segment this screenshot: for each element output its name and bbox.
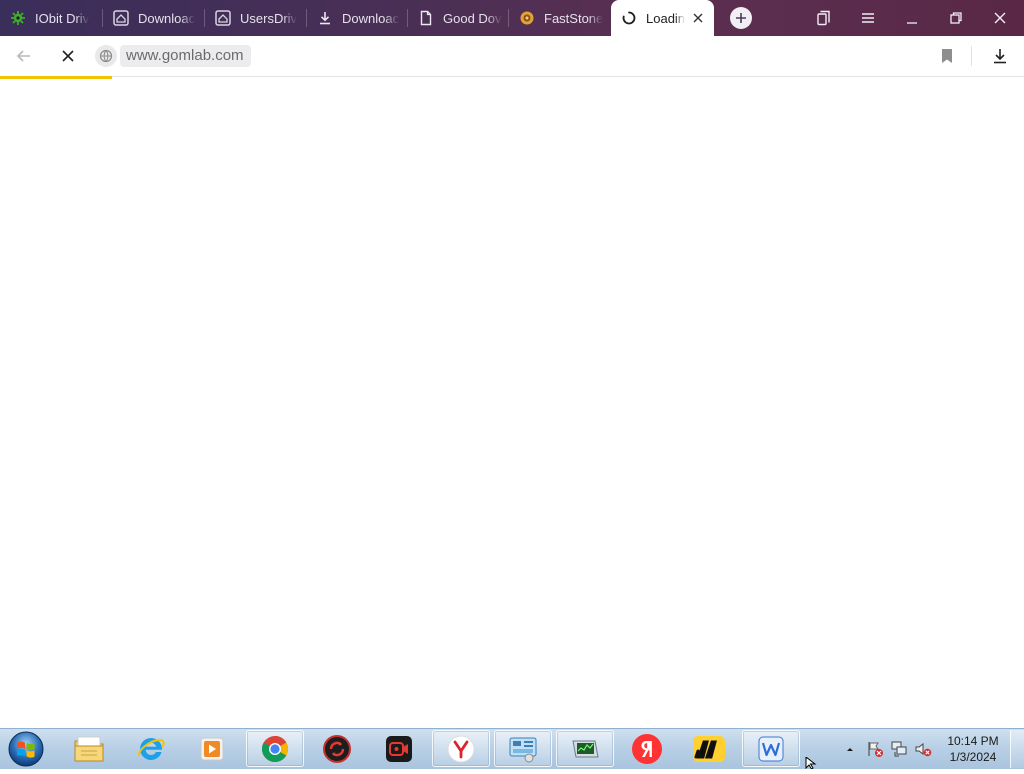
media-player-icon	[200, 737, 224, 760]
tray-network[interactable]	[888, 729, 910, 769]
taskbar-internet-explorer[interactable]	[122, 730, 180, 767]
menu-button[interactable]	[846, 0, 890, 36]
url-text[interactable]: www.gomlab.com	[120, 45, 251, 67]
tab-download-2[interactable]: Downloac	[307, 0, 407, 36]
clock-date: 1/3/2024	[949, 750, 997, 764]
bookmark-button[interactable]	[935, 44, 959, 68]
start-button[interactable]	[5, 730, 47, 768]
show-hidden-icons-button[interactable]	[843, 729, 857, 769]
tab-label: FastStone	[544, 10, 604, 26]
hamburger-icon	[862, 13, 874, 23]
yandex-browser-icon	[447, 735, 475, 762]
taskbar-driver-booster[interactable]	[308, 730, 366, 767]
taskbar-screen-recorder[interactable]	[370, 730, 428, 767]
internet-explorer-icon	[137, 737, 165, 760]
tab-label: IObit Driv	[35, 10, 90, 26]
document-icon	[418, 10, 434, 26]
page-icon	[215, 10, 231, 26]
control-panel-icon	[509, 737, 537, 762]
tab-label: Good Dov	[443, 10, 502, 26]
close-icon	[994, 12, 1006, 24]
tab-strip: IObit Driv Downloac UsersDriv Downloac G…	[0, 0, 1024, 36]
volume-muted-icon	[915, 743, 932, 757]
bookmark-icon	[942, 49, 952, 63]
minimize-button[interactable]	[890, 0, 934, 36]
restore-icon	[950, 12, 962, 24]
show-desktop-button[interactable]	[1010, 730, 1024, 768]
tabs-icon	[817, 10, 830, 26]
download-arrow-icon	[994, 49, 1006, 64]
address-field[interactable]: www.gomlab.com	[95, 45, 251, 67]
chrome-icon	[261, 735, 289, 762]
clock-time: 10:14 PM	[947, 734, 999, 748]
tab-label: Downloac	[138, 10, 196, 26]
tray-action-center[interactable]	[864, 729, 886, 769]
tab-label: UsersDriv	[240, 10, 298, 26]
yandex-icon	[632, 733, 662, 764]
taskbar-media-player[interactable]	[183, 730, 241, 767]
taskbar-chrome[interactable]	[246, 730, 304, 767]
new-tab-button[interactable]	[730, 7, 752, 29]
mouse-cursor-icon	[805, 755, 819, 774]
windows-taskbar: 10:14 PM 1/3/2024	[0, 728, 1024, 769]
tab-loading-active[interactable]: Loadin	[611, 0, 714, 36]
screen-recorder-icon	[386, 735, 412, 762]
tray-volume-muted[interactable]	[912, 729, 934, 769]
tab-download-1[interactable]: Downloac	[103, 0, 204, 36]
wps-writer-icon	[758, 736, 784, 761]
download-icon	[317, 10, 333, 26]
chevron-up-icon	[847, 748, 853, 751]
stop-icon	[62, 50, 74, 62]
plus-icon	[736, 13, 746, 23]
taskbar-miro[interactable]	[680, 730, 738, 767]
address-bar-toolbar: www.gomlab.com	[0, 36, 1024, 77]
taskbar-explorer[interactable]	[60, 730, 118, 767]
tab-usersdriv[interactable]: UsersDriv	[205, 0, 306, 36]
driver-booster-icon	[323, 734, 351, 763]
restore-button[interactable]	[934, 0, 978, 36]
tab-label: Loadin	[646, 10, 686, 26]
minimize-icon	[907, 22, 917, 24]
action-center-flag-icon	[868, 742, 883, 757]
back-button[interactable]	[12, 44, 36, 68]
tab-iobit[interactable]: IObit Driv	[0, 0, 102, 36]
taskbar-yandex-browser[interactable]	[432, 730, 490, 767]
close-window-button[interactable]	[978, 0, 1022, 36]
site-info-icon[interactable]	[95, 45, 117, 67]
taskbar-control-panel[interactable]	[494, 730, 552, 767]
close-tab-icon[interactable]	[690, 10, 706, 26]
page-icon	[113, 10, 129, 26]
taskbar-task-manager[interactable]	[556, 730, 614, 767]
miro-icon	[693, 735, 725, 762]
folder-icon	[74, 736, 104, 761]
tab-label: Downloac	[342, 10, 400, 26]
iobit-icon	[10, 10, 26, 26]
taskbar-yandex[interactable]	[618, 730, 676, 767]
spinner-icon	[621, 10, 637, 26]
system-clock[interactable]: 10:14 PM 1/3/2024	[940, 733, 1006, 765]
faststone-icon	[519, 10, 535, 26]
taskbar-wps-writer[interactable]	[742, 730, 800, 767]
tab-manager-button[interactable]	[802, 0, 846, 36]
page-content-blank	[0, 79, 1024, 728]
back-arrow-icon	[16, 50, 30, 62]
tab-good-download[interactable]: Good Dov	[408, 0, 508, 36]
stop-loading-button[interactable]	[56, 44, 80, 68]
network-icon	[891, 741, 907, 757]
downloads-button[interactable]	[988, 44, 1012, 68]
task-manager-icon	[572, 740, 599, 757]
tab-faststone[interactable]: FastStone	[509, 0, 609, 36]
windows-orb-icon	[8, 731, 44, 767]
